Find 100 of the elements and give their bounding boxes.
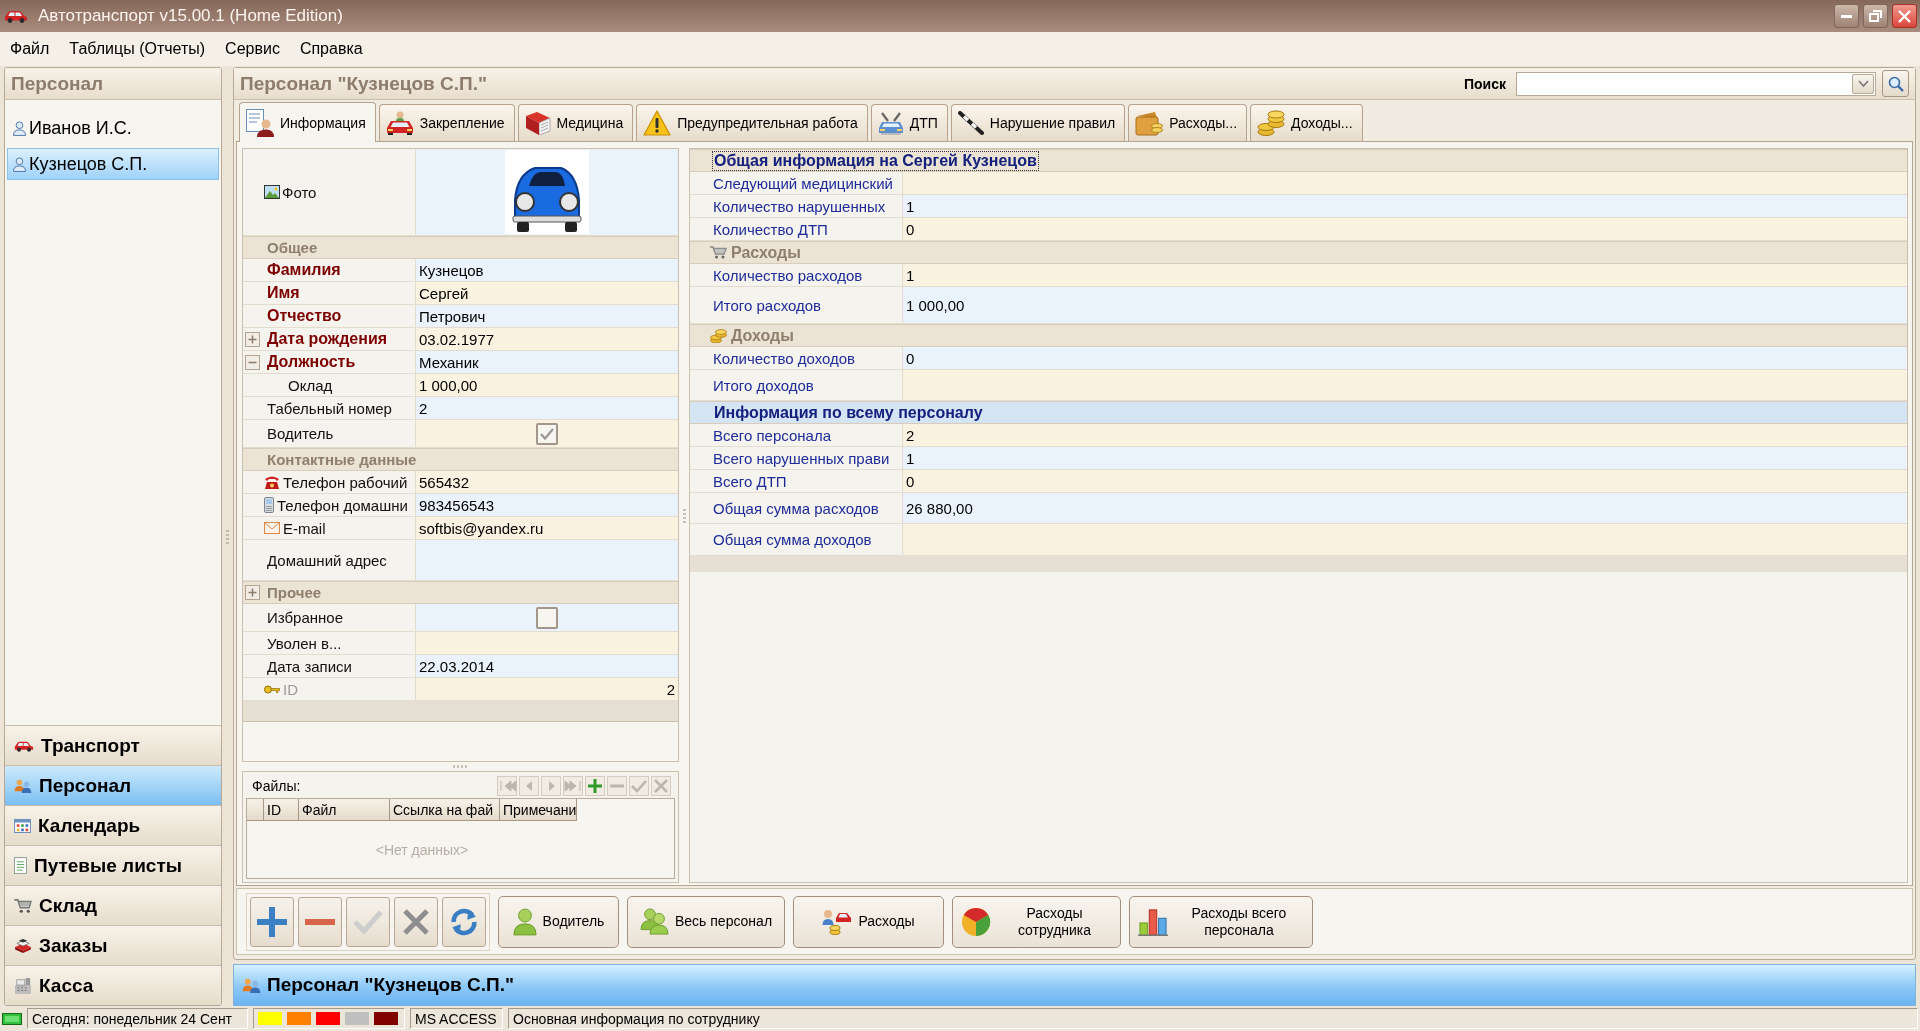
action-button[interactable]: Расходы сотрудника (952, 895, 1121, 948)
property-value[interactable]: 565432 (416, 471, 678, 493)
menu-item[interactable]: Таблицы (Отчеты) (62, 36, 213, 62)
document-person-icon (246, 108, 274, 137)
coins-icon (1257, 110, 1286, 136)
search-button[interactable] (1882, 70, 1909, 97)
nav-button[interactable]: Персонал (5, 765, 221, 805)
property-value[interactable]: 983456543 (416, 494, 678, 516)
tab[interactable]: Доходы... (1250, 104, 1363, 141)
action-button[interactable]: Водитель (498, 895, 619, 948)
nav-button[interactable]: Путевые листы (5, 845, 221, 885)
plus-box-icon[interactable] (245, 585, 260, 600)
close-icon (1898, 9, 1911, 23)
nav-button[interactable]: Заказы (5, 925, 221, 965)
property-value[interactable]: Кузнецов (416, 259, 678, 281)
property-value[interactable]: Петрович (416, 305, 678, 327)
info-label: Количество доходов (713, 349, 856, 367)
sidebar-item[interactable]: Иванов И.С. (7, 112, 219, 144)
empty-message: <Нет данных> (375, 841, 469, 858)
grip-icon (226, 529, 229, 544)
caret-icon (1857, 80, 1869, 87)
minimize-button[interactable] (1834, 4, 1859, 28)
checkbox[interactable] (536, 422, 558, 445)
people-icon (639, 908, 669, 935)
tab[interactable]: Расходы... (1128, 104, 1248, 141)
nav-button[interactable]: Транспорт (5, 725, 221, 765)
minus-icon (305, 918, 335, 925)
info-value: 1 (903, 447, 1907, 469)
menu-item[interactable]: Сервис (218, 36, 287, 62)
tab[interactable]: Предупредительная работа (636, 104, 868, 141)
checkbox[interactable] (536, 606, 558, 629)
info-value: 2 (903, 424, 1907, 446)
person-icon (13, 120, 26, 136)
property-value[interactable]: softbis@yandex.ru (416, 517, 678, 539)
tab[interactable]: Закрепление (378, 104, 515, 141)
property-label: Домашний адрес (267, 551, 387, 569)
grip-icon (682, 508, 686, 523)
plus-icon (257, 906, 287, 937)
action-button[interactable]: Весь персонал (627, 895, 785, 948)
boxes-icon (14, 938, 32, 953)
cross-icon (403, 908, 429, 935)
property-value[interactable]: Механик (416, 351, 678, 373)
info-label: Всего ДТП (713, 472, 787, 490)
tab[interactable]: ДТП (870, 104, 948, 141)
property-label: Телефон рабочий (283, 473, 408, 491)
close-button[interactable] (1892, 4, 1917, 28)
section-title: Доходы (730, 326, 795, 345)
dropdown-button[interactable] (1852, 73, 1874, 94)
info-value: 1 (903, 264, 1907, 286)
pie-icon (961, 906, 991, 937)
person-icon (512, 907, 537, 936)
menu-item[interactable]: Справка (292, 36, 370, 62)
picture-icon (264, 185, 280, 199)
property-label: Оклад (288, 376, 333, 394)
minimize-icon (1841, 14, 1852, 18)
property-value[interactable]: 22.03.2014 (416, 655, 678, 677)
tab[interactable]: Медицина (517, 104, 634, 141)
restore-button[interactable] (1863, 4, 1888, 28)
sidebar-item[interactable]: Кузнецов С.П. (7, 148, 219, 180)
tab[interactable]: Информация (239, 102, 376, 142)
column-header[interactable]: ID (264, 799, 299, 821)
mobile-phone-icon (264, 497, 274, 513)
status-date: Сегодня: понедельник 24 Сент (27, 1008, 248, 1029)
property-label: Дата записи (267, 657, 352, 675)
column-header[interactable]: Примечани (500, 799, 577, 821)
info-label: Количество нарушенных (713, 197, 886, 215)
photo-field[interactable] (416, 149, 678, 235)
column-header[interactable]: Ссылка на фай (390, 799, 500, 821)
property-value[interactable]: 2 (416, 397, 678, 419)
indicator-icon (2, 1012, 22, 1025)
book-icon (524, 111, 551, 135)
tool-button[interactable] (442, 896, 486, 947)
nav-button[interactable]: Календарь (5, 805, 221, 845)
panel-title: Персонал (11, 72, 104, 95)
nav-button[interactable]: Касса (5, 965, 221, 1005)
minus-box-icon[interactable] (245, 354, 260, 370)
property-label: Имя (267, 284, 300, 302)
tool-button[interactable] (298, 896, 342, 947)
bar-chart-icon (1138, 907, 1168, 936)
property-label: Отчество (267, 307, 342, 325)
search-field[interactable] (1516, 71, 1876, 96)
cart-icon (710, 246, 727, 259)
nav-button[interactable]: Склад (5, 885, 221, 925)
column-header[interactable]: Файл (299, 799, 390, 821)
car-icon (14, 739, 34, 752)
action-button[interactable]: Расходы всего персонала (1129, 895, 1313, 948)
property-value[interactable]: 03.02.1977 (416, 328, 678, 350)
property-label: Уволен в... (267, 634, 342, 652)
coins-icon (710, 328, 727, 343)
plus-box-icon[interactable] (245, 331, 260, 347)
category-title: Контактные данные (267, 451, 417, 468)
property-label: Фото (282, 183, 317, 201)
property-value[interactable]: Сергей (416, 282, 678, 304)
property-value[interactable]: 1 000,00 (416, 374, 678, 396)
menu-item[interactable]: Файл (3, 36, 57, 62)
plus-icon[interactable] (585, 776, 605, 796)
key-icon (264, 684, 280, 694)
info-value: 0 (903, 470, 1907, 492)
action-button[interactable]: Расходы (793, 895, 944, 948)
tab[interactable]: Нарушение правил (950, 104, 1126, 141)
